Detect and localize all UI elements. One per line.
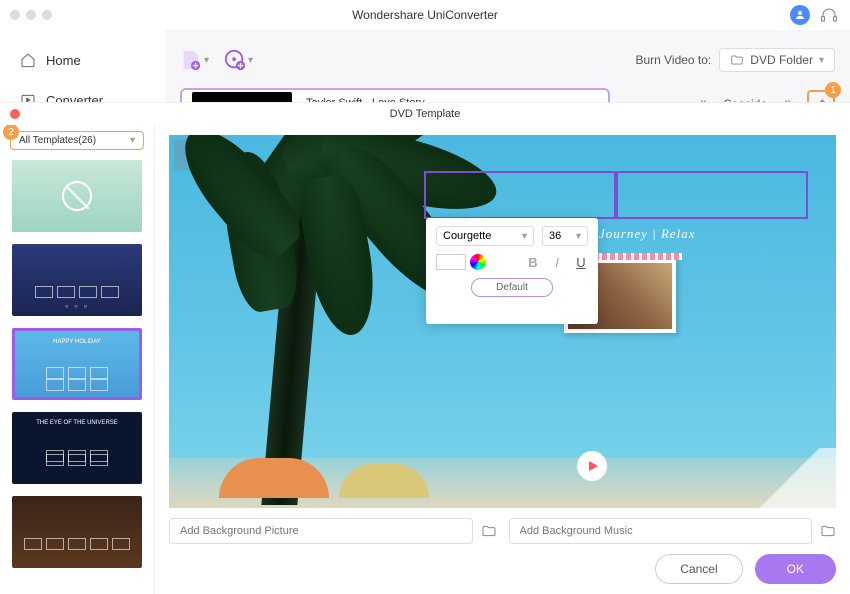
text-format-popover: Courgette ▾ 36 ▾ xyxy=(426,218,598,324)
title-text-box-2[interactable] xyxy=(616,171,808,219)
template-list: 2 All Templates(26) ▾ ○ ○ ○ HAPPY HOLIDA… xyxy=(0,125,155,594)
preview-area: Journey | Relax Courgette ▾ 36 ▾ xyxy=(155,125,850,594)
browse-music-button[interactable] xyxy=(820,523,836,539)
support-icon[interactable] xyxy=(820,6,838,24)
callout-badge-2: 2 xyxy=(3,125,19,140)
bold-button[interactable]: B xyxy=(526,255,540,270)
italic-button[interactable]: I xyxy=(550,255,564,270)
bg-music-input[interactable] xyxy=(509,518,813,544)
modal-titlebar: DVD Template xyxy=(0,103,850,125)
sidebar-item-label: Home xyxy=(46,53,81,68)
home-icon xyxy=(20,52,36,68)
font-size-select[interactable]: 36 ▾ xyxy=(542,226,588,246)
titlebar: Wondershare UniConverter xyxy=(0,0,850,30)
text-color-swatch[interactable] xyxy=(436,254,466,270)
traffic-max[interactable] xyxy=(42,10,52,20)
template-preview: Journey | Relax Courgette ▾ 36 ▾ xyxy=(169,135,836,508)
sidebar-item-home[interactable]: Home xyxy=(0,40,165,80)
template-thumb-night[interactable]: ○ ○ ○ xyxy=(12,244,142,316)
font-family-select[interactable]: Courgette ▾ xyxy=(436,226,534,246)
file-plus-icon xyxy=(180,49,202,71)
dvd-template-modal: DVD Template 2 All Templates(26) ▾ ○ ○ ○… xyxy=(0,102,850,594)
browse-picture-button[interactable] xyxy=(481,523,497,539)
subtitle-text[interactable]: Journey | Relax xyxy=(599,226,696,242)
folder-icon xyxy=(730,53,744,67)
user-avatar[interactable] xyxy=(790,5,810,25)
chevron-down-icon: ▾ xyxy=(819,55,824,66)
template-thumb-bourbon[interactable] xyxy=(12,496,142,568)
chevron-down-icon: ▾ xyxy=(204,55,209,66)
toolbar: ▾ ▾ Burn Video to: DVD Folder ▾ xyxy=(180,40,835,80)
traffic-min[interactable] xyxy=(26,10,36,20)
close-modal-button[interactable] xyxy=(10,109,20,119)
chevron-down-icon: ▾ xyxy=(522,231,527,242)
app-title: Wondershare UniConverter xyxy=(352,8,498,22)
template-thumb-universe[interactable]: THE EYE OF THE UNIVERSE xyxy=(12,412,142,484)
burn-to-label: Burn Video to: xyxy=(635,53,711,67)
callout-badge-1: 1 xyxy=(825,82,841,98)
chevron-down-icon: ▾ xyxy=(576,231,581,242)
title-text-box-1[interactable] xyxy=(424,171,616,219)
default-button[interactable]: Default xyxy=(471,278,553,297)
add-disc-button[interactable]: ▾ xyxy=(224,49,253,71)
underline-button[interactable]: U xyxy=(574,255,588,270)
modal-title: DVD Template xyxy=(390,108,461,120)
color-picker-icon[interactable] xyxy=(470,254,486,270)
play-button[interactable] xyxy=(577,451,607,481)
add-file-button[interactable]: ▾ xyxy=(180,49,209,71)
chevron-down-icon: ▾ xyxy=(248,55,253,66)
traffic-lights xyxy=(10,10,52,20)
template-thumb-holiday[interactable]: HAPPY HOLIDAY xyxy=(12,328,142,400)
ok-button[interactable]: OK xyxy=(755,554,836,584)
disc-plus-icon xyxy=(224,49,246,71)
traffic-close[interactable] xyxy=(10,10,20,20)
cancel-button[interactable]: Cancel xyxy=(655,554,742,584)
chevron-down-icon: ▾ xyxy=(130,135,135,146)
template-thumb-blank[interactable] xyxy=(12,160,142,232)
template-filter-select[interactable]: 2 All Templates(26) ▾ xyxy=(10,131,144,150)
burn-target-select[interactable]: DVD Folder ▾ xyxy=(719,48,835,72)
bg-picture-input[interactable] xyxy=(169,518,473,544)
